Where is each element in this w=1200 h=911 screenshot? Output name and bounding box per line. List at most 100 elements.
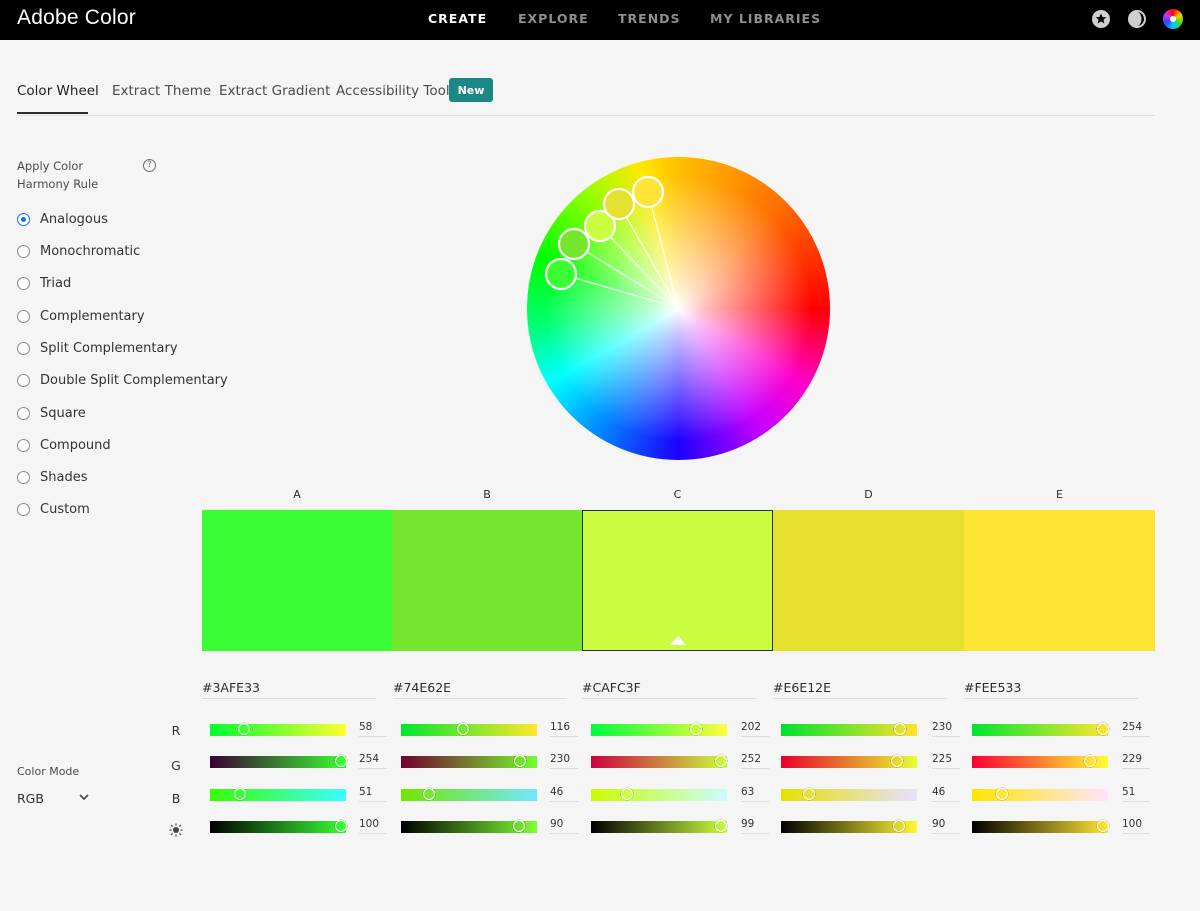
slider-thumb[interactable] bbox=[234, 788, 246, 800]
harmony-rule-square[interactable]: Square bbox=[17, 403, 86, 423]
harmony-rule-double-split-complementary[interactable]: Double Split Complementary bbox=[17, 370, 228, 390]
r-value-a[interactable]: 58 bbox=[359, 720, 387, 737]
g-slider-a[interactable] bbox=[210, 755, 347, 768]
tab-accessibility-tools[interactable]: Accessibility Tools bbox=[336, 83, 457, 99]
brightness-value-b[interactable]: 90 bbox=[550, 817, 578, 834]
slider-thumb[interactable] bbox=[335, 755, 347, 767]
g-slider-c[interactable] bbox=[591, 755, 727, 768]
brightness-value-c[interactable]: 99 bbox=[741, 817, 769, 834]
harmony-rule-shades[interactable]: Shades bbox=[17, 467, 87, 487]
slider-thumb[interactable] bbox=[715, 820, 727, 832]
b-value-d[interactable]: 46 bbox=[932, 785, 960, 802]
slider-thumb[interactable] bbox=[893, 820, 905, 832]
brightness-value-e[interactable]: 100 bbox=[1122, 817, 1150, 834]
slider-thumb[interactable] bbox=[621, 788, 633, 800]
r-value-c[interactable]: 202 bbox=[741, 720, 769, 737]
nav-my-libraries[interactable]: MY LIBRARIES bbox=[710, 11, 821, 26]
brightness-slider-a[interactable] bbox=[210, 820, 347, 833]
slider-thumb[interactable] bbox=[715, 755, 727, 767]
hex-input-d[interactable]: #E6E12E bbox=[773, 678, 947, 699]
g-value-a[interactable]: 254 bbox=[359, 752, 387, 769]
color-swatch-a[interactable] bbox=[202, 510, 392, 651]
r-slider-d[interactable] bbox=[781, 723, 917, 736]
hex-input-a[interactable]: #3AFE33 bbox=[202, 678, 376, 699]
radio-button[interactable] bbox=[17, 341, 30, 355]
nav-explore[interactable]: EXPLORE bbox=[518, 11, 589, 26]
slider-thumb[interactable] bbox=[513, 820, 525, 832]
slider-thumb[interactable] bbox=[891, 755, 903, 767]
g-value-d[interactable]: 225 bbox=[932, 752, 960, 769]
harmony-rule-analogous[interactable]: Analogous bbox=[17, 209, 108, 229]
hex-input-b[interactable]: #74E62E bbox=[393, 678, 567, 699]
brightness-slider-e[interactable] bbox=[972, 820, 1109, 833]
color-swatch-b[interactable] bbox=[392, 510, 582, 651]
tab-extract-gradient[interactable]: Extract Gradient bbox=[219, 83, 330, 99]
hex-input-c[interactable]: #CAFC3F bbox=[582, 678, 756, 699]
slider-thumb[interactable] bbox=[1097, 723, 1109, 735]
r-value-d[interactable]: 230 bbox=[932, 720, 960, 737]
brightness-slider-c[interactable] bbox=[591, 820, 727, 833]
brightness-slider-d[interactable] bbox=[781, 820, 917, 833]
brightness-value-d[interactable]: 90 bbox=[932, 817, 960, 834]
color-handle-d[interactable] bbox=[602, 187, 636, 221]
moon-icon[interactable] bbox=[1127, 9, 1147, 29]
color-handle-b[interactable] bbox=[557, 227, 591, 261]
radio-button[interactable] bbox=[17, 276, 30, 290]
nav-create[interactable]: CREATE bbox=[428, 11, 487, 26]
r-value-b[interactable]: 116 bbox=[550, 720, 578, 737]
brightness-slider-b[interactable] bbox=[401, 820, 537, 833]
tab-color-wheel[interactable]: Color Wheel bbox=[17, 83, 99, 99]
b-slider-d[interactable] bbox=[781, 788, 917, 801]
radio-button[interactable] bbox=[17, 502, 30, 516]
color-handle-a[interactable] bbox=[544, 257, 578, 291]
g-slider-b[interactable] bbox=[401, 755, 537, 768]
star-icon[interactable] bbox=[1091, 9, 1111, 29]
radio-button[interactable] bbox=[17, 212, 30, 226]
color-handle-e[interactable] bbox=[631, 175, 665, 209]
tab-extract-theme[interactable]: Extract Theme bbox=[112, 83, 211, 99]
radio-button[interactable] bbox=[17, 470, 30, 484]
b-value-a[interactable]: 51 bbox=[359, 785, 387, 802]
g-slider-e[interactable] bbox=[972, 755, 1108, 768]
g-value-e[interactable]: 229 bbox=[1122, 752, 1150, 769]
harmony-rule-split-complementary[interactable]: Split Complementary bbox=[17, 338, 178, 358]
radio-button[interactable] bbox=[17, 244, 30, 258]
slider-thumb[interactable] bbox=[690, 723, 702, 735]
color-swatch-c[interactable] bbox=[582, 510, 773, 651]
color-wheel-handles[interactable] bbox=[527, 157, 830, 460]
r-slider-e[interactable] bbox=[972, 723, 1109, 736]
slider-thumb[interactable] bbox=[996, 788, 1008, 800]
harmony-rule-triad[interactable]: Triad bbox=[17, 273, 71, 293]
color-wheel-icon[interactable] bbox=[1163, 9, 1183, 29]
harmony-rule-monochromatic[interactable]: Monochromatic bbox=[17, 241, 140, 261]
color-swatch-d[interactable] bbox=[773, 510, 964, 651]
r-slider-a[interactable] bbox=[210, 723, 346, 736]
slider-thumb[interactable] bbox=[457, 723, 469, 735]
g-value-c[interactable]: 252 bbox=[741, 752, 769, 769]
b-value-e[interactable]: 51 bbox=[1122, 785, 1150, 802]
color-mode-select[interactable]: RGB bbox=[17, 788, 92, 808]
harmony-rule-complementary[interactable]: Complementary bbox=[17, 306, 145, 326]
color-swatch-e[interactable] bbox=[964, 510, 1155, 651]
radio-button[interactable] bbox=[17, 406, 30, 420]
slider-thumb[interactable] bbox=[423, 788, 435, 800]
hex-input-e[interactable]: #FEE533 bbox=[964, 678, 1138, 699]
harmony-rule-compound[interactable]: Compound bbox=[17, 435, 111, 455]
slider-thumb[interactable] bbox=[238, 723, 250, 735]
b-slider-e[interactable] bbox=[972, 788, 1108, 801]
slider-thumb[interactable] bbox=[514, 755, 526, 767]
b-value-c[interactable]: 63 bbox=[741, 785, 769, 802]
r-slider-b[interactable] bbox=[401, 723, 537, 736]
slider-thumb[interactable] bbox=[1097, 820, 1109, 832]
b-slider-a[interactable] bbox=[210, 788, 346, 801]
brightness-value-a[interactable]: 100 bbox=[359, 817, 387, 834]
app-title[interactable]: Adobe Color bbox=[17, 6, 136, 30]
g-slider-d[interactable] bbox=[781, 755, 917, 768]
radio-button[interactable] bbox=[17, 373, 30, 387]
radio-button[interactable] bbox=[17, 438, 30, 452]
b-slider-c[interactable] bbox=[591, 788, 727, 801]
b-value-b[interactable]: 46 bbox=[550, 785, 578, 802]
radio-button[interactable] bbox=[17, 309, 30, 323]
r-slider-c[interactable] bbox=[591, 723, 727, 736]
slider-thumb[interactable] bbox=[803, 788, 815, 800]
